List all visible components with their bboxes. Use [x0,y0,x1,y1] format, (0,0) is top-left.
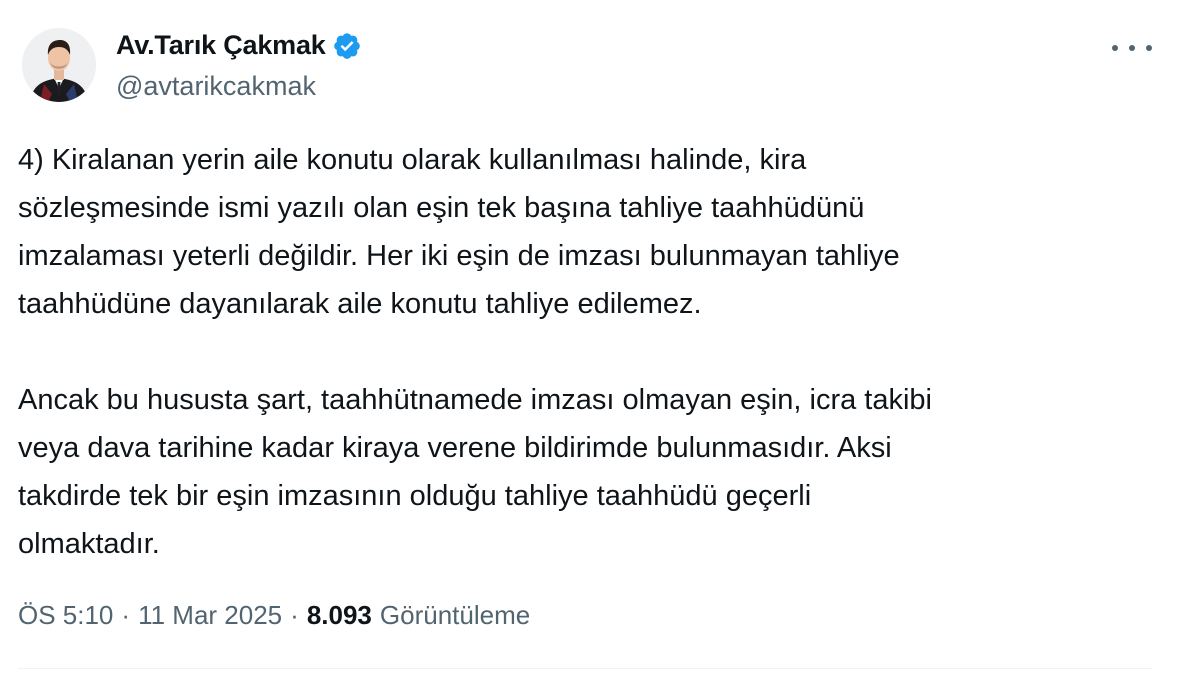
divider [18,668,1152,669]
views-label: Görüntüleme [379,600,531,630]
more-options-button[interactable] [1112,36,1152,60]
more-horizontal-icon [1146,45,1152,51]
tweet-paragraph: 4) Kiralanan yerin aile konutu olarak ku… [18,144,900,320]
meta-separator: · [121,600,131,630]
tweet-time[interactable]: ÖS 5:10 [18,600,113,631]
views-count: 8.093 [306,600,372,630]
avatar-image [22,28,96,102]
name-row: Av.Tarık Çakmak [116,29,362,63]
more-horizontal-icon [1129,45,1135,51]
verified-badge-icon [332,31,362,61]
author-names: Av.Tarık Çakmak @avtarikcakmak [116,29,362,102]
author-display-name[interactable]: Av.Tarık Çakmak [116,30,326,61]
author-handle[interactable]: @avtarikcakmak [116,71,362,102]
meta-separator: · [290,600,299,630]
tweet-header: Av.Tarık Çakmak @avtarikcakmak [22,28,362,102]
avatar[interactable] [22,28,96,102]
tweet-meta: ÖS 5:10 · 11 Mar 2025 · 8.093 Görüntülem… [18,600,530,631]
tweet-paragraph: Ancak bu hususta şart, taahhütnamede imz… [18,384,932,560]
tweet-text: 4) Kiralanan yerin aile konutu olarak ku… [18,136,1138,568]
more-horizontal-icon [1112,45,1118,51]
tweet-card: Av.Tarık Çakmak @avtarikcakmak 4) Kirala… [0,0,1192,684]
tweet-date[interactable]: 11 Mar 2025 [138,600,282,631]
